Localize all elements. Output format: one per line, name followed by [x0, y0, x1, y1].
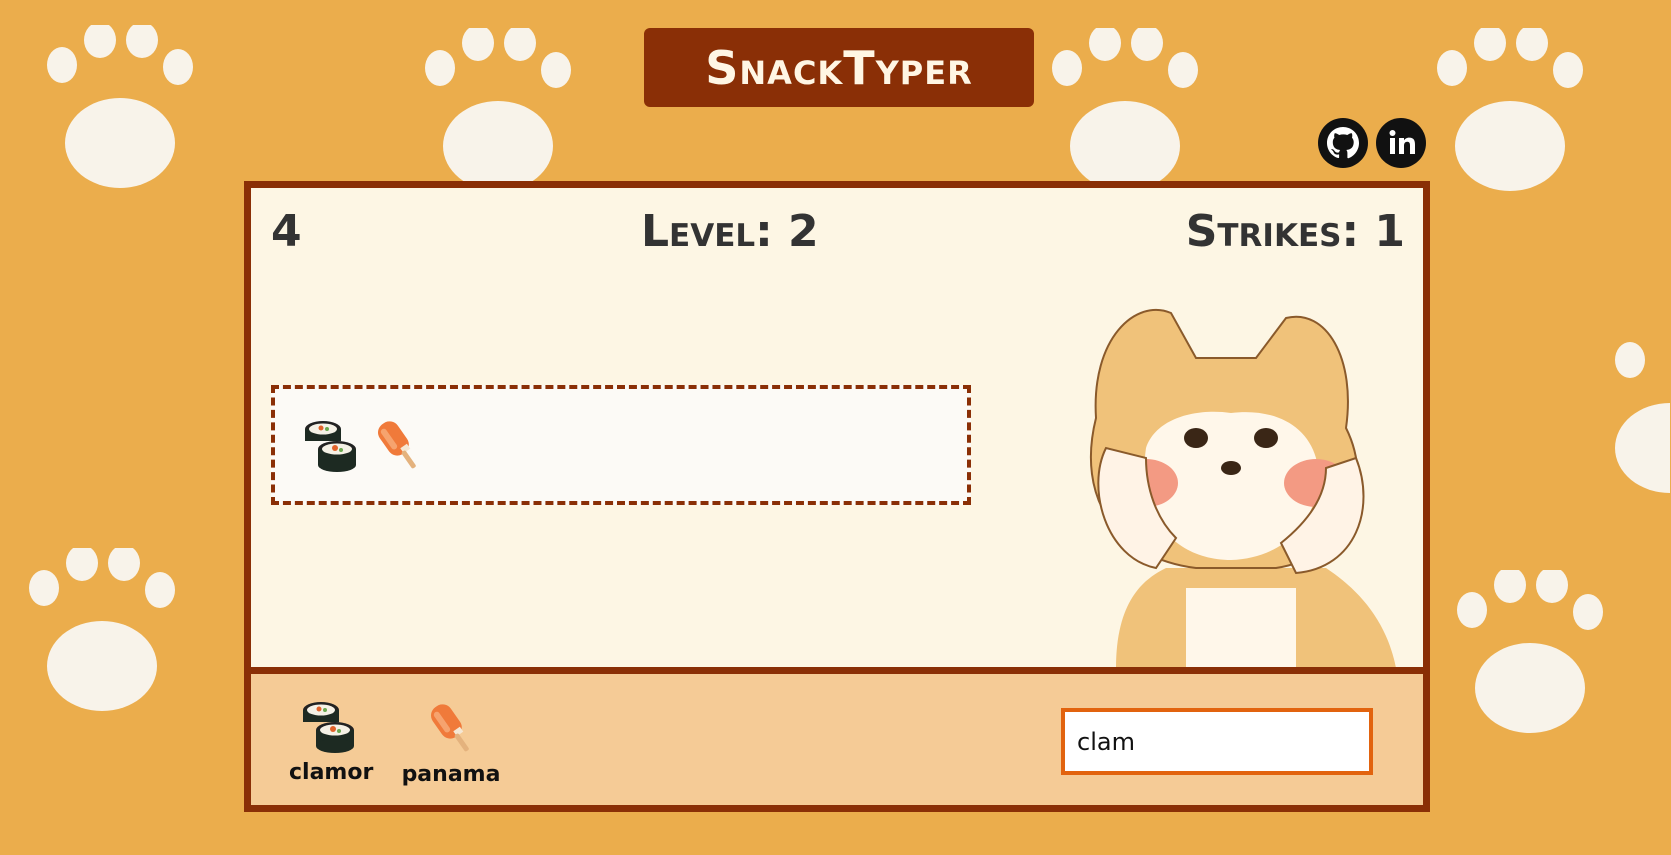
app-title: SnackTyper [705, 40, 973, 95]
word-item: clamor [289, 696, 374, 785]
paw-print-decoration [1437, 28, 1583, 191]
paw-print-decoration [1052, 28, 1198, 191]
github-icon [1327, 127, 1359, 159]
strikes-display: Strikes: 1 [1185, 206, 1405, 257]
play-area: 4 Level: 2 Strikes: 1 [251, 188, 1423, 667]
app-title-banner: SnackTyper [644, 28, 1034, 107]
github-link[interactable] [1318, 118, 1368, 168]
paw-print-decoration [1457, 570, 1603, 733]
level-display: Level: 2 [641, 206, 819, 257]
word-label: clamor [289, 760, 374, 785]
linkedin-link[interactable] [1376, 118, 1426, 168]
score-display: 4 [271, 206, 302, 257]
word-tray: clamor panama [251, 667, 1423, 805]
linkedin-icon [1389, 130, 1415, 154]
word-label: panama [401, 762, 501, 787]
paw-print-decoration [47, 25, 193, 188]
game-board: 4 Level: 2 Strikes: 1 clamor panama clam [244, 181, 1430, 812]
shiba-dog-illustration [1089, 308, 1396, 667]
paw-print-decoration [425, 28, 571, 191]
popsicle-icon [431, 704, 469, 752]
paw-print-decoration [1615, 342, 1670, 493]
word-item: panama [401, 698, 501, 787]
paw-print-decoration [29, 548, 175, 711]
sushi-roll-icon [303, 702, 354, 753]
popsicle-icon [378, 421, 416, 469]
sushi-roll-icon [305, 421, 356, 472]
typing-input[interactable] [1061, 708, 1373, 775]
snack-lane [271, 385, 971, 505]
